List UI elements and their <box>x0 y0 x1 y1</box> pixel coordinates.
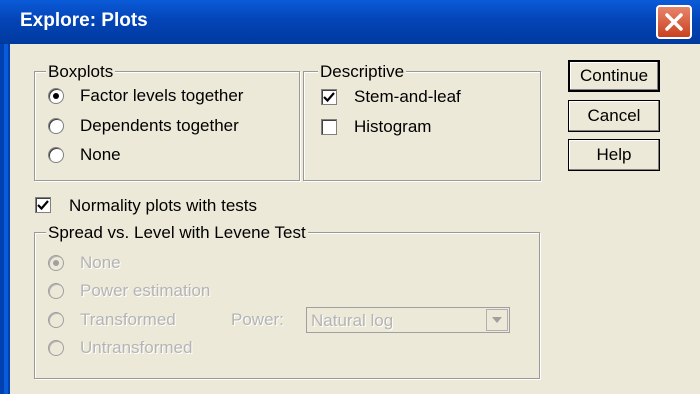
radio-none-label: None <box>80 145 121 164</box>
boxplots-legend: Boxplots <box>46 62 116 82</box>
checkbox-histogram[interactable] <box>321 119 337 135</box>
radio-untransformed-label: Untransformed <box>80 338 193 357</box>
spread-legend: Spread vs. Level with Levene Test <box>46 223 308 243</box>
radio-dependents[interactable] <box>48 118 64 134</box>
checkmark-icon <box>37 200 49 211</box>
cancel-button[interactable]: Cancel <box>568 100 660 132</box>
power-dropdown-button[interactable] <box>486 309 508 331</box>
checkbox-stem-and-leaf[interactable] <box>321 89 337 105</box>
radio-transformed-label: Transformed <box>80 310 176 329</box>
checkmark-icon <box>323 92 335 103</box>
radio-spread-none[interactable] <box>48 255 64 271</box>
close-button[interactable] <box>656 5 692 39</box>
title-bar: Explore: Plots <box>0 0 700 44</box>
radio-transformed[interactable] <box>48 312 64 328</box>
chevron-down-icon <box>492 317 502 323</box>
radio-power-estimation[interactable] <box>48 283 64 299</box>
checkbox-histogram-label: Histogram <box>354 117 432 136</box>
checkbox-normality[interactable] <box>35 197 51 213</box>
radio-power-estimation-label: Power estimation <box>80 281 211 300</box>
checkbox-stem-and-leaf-label: Stem-and-leaf <box>354 87 461 106</box>
power-select[interactable]: Natural log <box>306 307 510 333</box>
checkbox-normality-label: Normality plots with tests <box>69 196 257 215</box>
close-icon <box>665 13 683 31</box>
radio-none[interactable] <box>48 147 64 163</box>
radio-spread-none-label: None <box>80 253 121 272</box>
radio-untransformed[interactable] <box>48 340 64 356</box>
radio-factor-levels-label: Factor levels together <box>80 86 244 105</box>
radio-factor-levels[interactable] <box>48 88 64 104</box>
power-label: Power: <box>231 310 284 329</box>
radio-dependents-label: Dependents together <box>80 116 239 135</box>
window-title: Explore: Plots <box>20 10 148 31</box>
help-button[interactable]: Help <box>568 139 660 171</box>
continue-button[interactable]: Continue <box>568 60 660 92</box>
power-select-value: Natural log <box>311 311 394 330</box>
descriptive-legend: Descriptive <box>318 62 407 82</box>
